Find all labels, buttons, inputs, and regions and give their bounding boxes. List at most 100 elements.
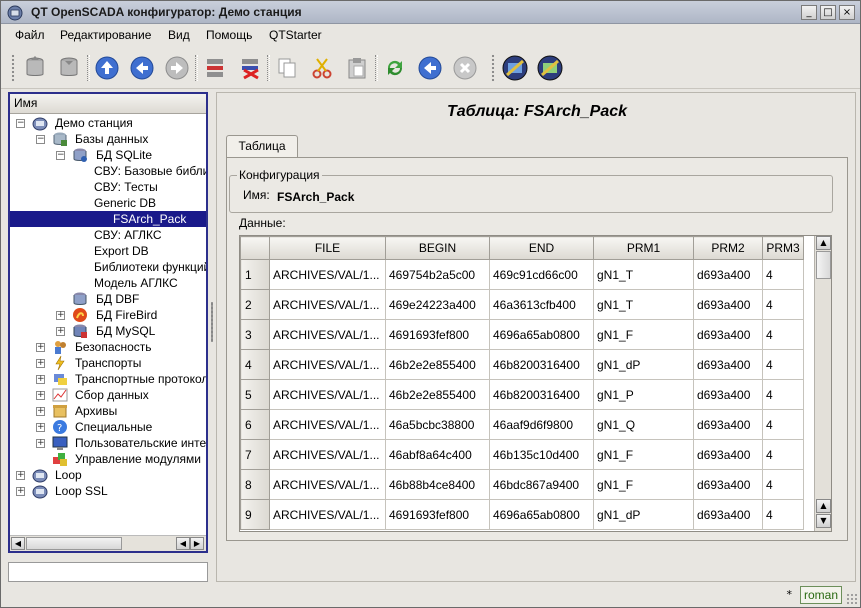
- tree-item-loop[interactable]: Loop: [55, 467, 82, 483]
- row-header[interactable]: 4: [240, 349, 270, 380]
- table-cell[interactable]: d693a400: [693, 409, 763, 440]
- tree-item-dbf[interactable]: БД DBF: [96, 291, 139, 307]
- vision-icon[interactable]: [500, 53, 530, 83]
- row-header[interactable]: 2: [240, 289, 270, 320]
- menu-help[interactable]: Помощь: [206, 28, 252, 42]
- expand-icon[interactable]: +: [36, 423, 45, 432]
- toolbar-grip[interactable]: [11, 54, 15, 82]
- row-header[interactable]: 1: [240, 259, 270, 290]
- tree-item-table[interactable]: Библиотеки функций: [94, 259, 206, 275]
- tab-table[interactable]: Таблица: [226, 135, 298, 158]
- db-save-icon[interactable]: [54, 53, 84, 83]
- db-load-icon[interactable]: [20, 53, 50, 83]
- scroll-right-icon[interactable]: ▶: [190, 537, 204, 550]
- tree-item-transport-protocols[interactable]: Транспортные протоколы: [75, 371, 206, 387]
- table-row[interactable]: 3 ARCHIVES/VAL/1... 4691693fef800 4696a65ab…: [240, 319, 804, 350]
- table-cell[interactable]: d693a400: [693, 349, 763, 380]
- row-header[interactable]: 3: [240, 319, 270, 350]
- table-cell[interactable]: ARCHIVES/VAL/1...: [269, 259, 386, 290]
- table-row[interactable]: 5 ARCHIVES/VAL/1... 46b2e2e855400 46b820031…: [240, 379, 804, 410]
- table-cell[interactable]: gN1_F: [593, 439, 694, 470]
- table-cell[interactable]: d693a400: [693, 259, 763, 290]
- scrollbar-thumb[interactable]: [816, 251, 831, 279]
- table-row[interactable]: 6 ARCHIVES/VAL/1... 46a5bcbc38800 46aaf9d6f…: [240, 409, 804, 440]
- table-cell[interactable]: ARCHIVES/VAL/1...: [269, 469, 386, 500]
- menu-file[interactable]: Файл: [15, 28, 45, 42]
- table-cell[interactable]: 46aaf9d6f9800: [489, 409, 594, 440]
- tree-item-demo-station[interactable]: Демо станция: [55, 115, 133, 131]
- tree-header[interactable]: Имя: [10, 94, 206, 114]
- back-arrow-icon[interactable]: [127, 53, 157, 83]
- table-row[interactable]: 8 ARCHIVES/VAL/1... 46b88b4ce8400 46bdc867a…: [240, 469, 804, 500]
- table-cell[interactable]: 469e24223a400: [385, 289, 490, 320]
- paste-icon[interactable]: [342, 53, 372, 83]
- column-header-begin[interactable]: BEGIN: [385, 236, 490, 260]
- table-cell[interactable]: 4: [762, 439, 804, 470]
- close-button[interactable]: ×: [839, 5, 855, 20]
- tree-horizontal-scrollbar[interactable]: ◀ ◀ ▶: [10, 535, 206, 551]
- tree-item-table[interactable]: Модель АГЛКС: [94, 275, 178, 291]
- table-cell[interactable]: 4: [762, 379, 804, 410]
- webvision-icon[interactable]: [535, 53, 565, 83]
- tree-item-fsarch-pack-selected[interactable]: FSArch_Pack: [10, 211, 206, 227]
- table-cell[interactable]: d693a400: [693, 469, 763, 500]
- expand-icon[interactable]: +: [36, 359, 45, 368]
- menu-edit[interactable]: Редактирование: [60, 28, 151, 42]
- table-row[interactable]: 2 ARCHIVES/VAL/1... 469e24223a400 46a3613cf…: [240, 289, 804, 320]
- collapse-icon[interactable]: −: [56, 151, 65, 160]
- table-cell[interactable]: 46a3613cfb400: [489, 289, 594, 320]
- scroll-left-icon[interactable]: ◀: [176, 537, 190, 550]
- table-cell[interactable]: ARCHIVES/VAL/1...: [269, 499, 386, 530]
- row-header[interactable]: 7: [240, 439, 270, 470]
- table-cell[interactable]: 4696a65ab0800: [489, 319, 594, 350]
- table-cell[interactable]: gN1_T: [593, 289, 694, 320]
- tree-item-firebird[interactable]: БД FireBird: [96, 307, 157, 323]
- table-cell[interactable]: gN1_F: [593, 469, 694, 500]
- tree-item-table[interactable]: Export DB: [94, 243, 149, 259]
- table-cell[interactable]: gN1_T: [593, 259, 694, 290]
- maximize-button[interactable]: □: [820, 5, 836, 20]
- table-cell[interactable]: gN1_dP: [593, 349, 694, 380]
- tree-item-transports[interactable]: Транспорты: [75, 355, 141, 371]
- table-cell[interactable]: 46b8200316400: [489, 349, 594, 380]
- table-vertical-scrollbar[interactable]: ▲ ▲ ▼: [814, 236, 831, 531]
- table-cell[interactable]: ARCHIVES/VAL/1...: [269, 319, 386, 350]
- table-cell[interactable]: ARCHIVES/VAL/1...: [269, 289, 386, 320]
- table-cell[interactable]: d693a400: [693, 499, 763, 530]
- minimize-button[interactable]: _: [801, 5, 817, 20]
- table-cell[interactable]: gN1_F: [593, 319, 694, 350]
- resize-grip[interactable]: [846, 593, 858, 605]
- column-header-prm1[interactable]: PRM1: [593, 236, 694, 260]
- tree-item-user-interfaces[interactable]: Пользовательские интерфейсы: [75, 435, 206, 451]
- table-cell[interactable]: 46b8200316400: [489, 379, 594, 410]
- column-header-file[interactable]: FILE: [269, 236, 386, 260]
- scroll-left-icon[interactable]: ◀: [11, 537, 25, 550]
- expand-icon[interactable]: +: [16, 471, 25, 480]
- table-cell[interactable]: 46b135c10d400: [489, 439, 594, 470]
- row-header[interactable]: 5: [240, 379, 270, 410]
- tree-item-module-manager[interactable]: Управление модулями: [75, 451, 201, 467]
- panel-splitter[interactable]: [209, 92, 215, 553]
- table-cell[interactable]: 46a5bcbc38800: [385, 409, 490, 440]
- cut-icon[interactable]: [307, 53, 337, 83]
- expand-icon[interactable]: +: [36, 407, 45, 416]
- table-cell[interactable]: 4691693fef800: [385, 499, 490, 530]
- copy-icon[interactable]: [272, 53, 302, 83]
- table-row[interactable]: 4 ARCHIVES/VAL/1... 46b2e2e855400 46b820031…: [240, 349, 804, 380]
- tree-item-table[interactable]: СВУ: Базовые библиотеки: [94, 163, 206, 179]
- table-cell[interactable]: 46b2e2e855400: [385, 379, 490, 410]
- expand-icon[interactable]: +: [16, 487, 25, 496]
- table-cell[interactable]: 4: [762, 469, 804, 500]
- column-header-prm3[interactable]: PRM3: [762, 236, 804, 260]
- table-cell[interactable]: 46b2e2e855400: [385, 349, 490, 380]
- expand-icon[interactable]: +: [36, 391, 45, 400]
- language-indicator[interactable]: roman: [799, 586, 842, 604]
- table-cell[interactable]: 4: [762, 349, 804, 380]
- add-item-icon[interactable]: [200, 53, 230, 83]
- table-cell[interactable]: 4691693fef800: [385, 319, 490, 350]
- table-cell[interactable]: 4: [762, 259, 804, 290]
- up-arrow-icon[interactable]: [92, 53, 122, 83]
- table-cell[interactable]: gN1_P: [593, 379, 694, 410]
- table-cell[interactable]: 469754b2a5c00: [385, 259, 490, 290]
- table-row[interactable]: 1 ARCHIVES/VAL/1... 469754b2a5c00 469c91cd6…: [240, 259, 804, 290]
